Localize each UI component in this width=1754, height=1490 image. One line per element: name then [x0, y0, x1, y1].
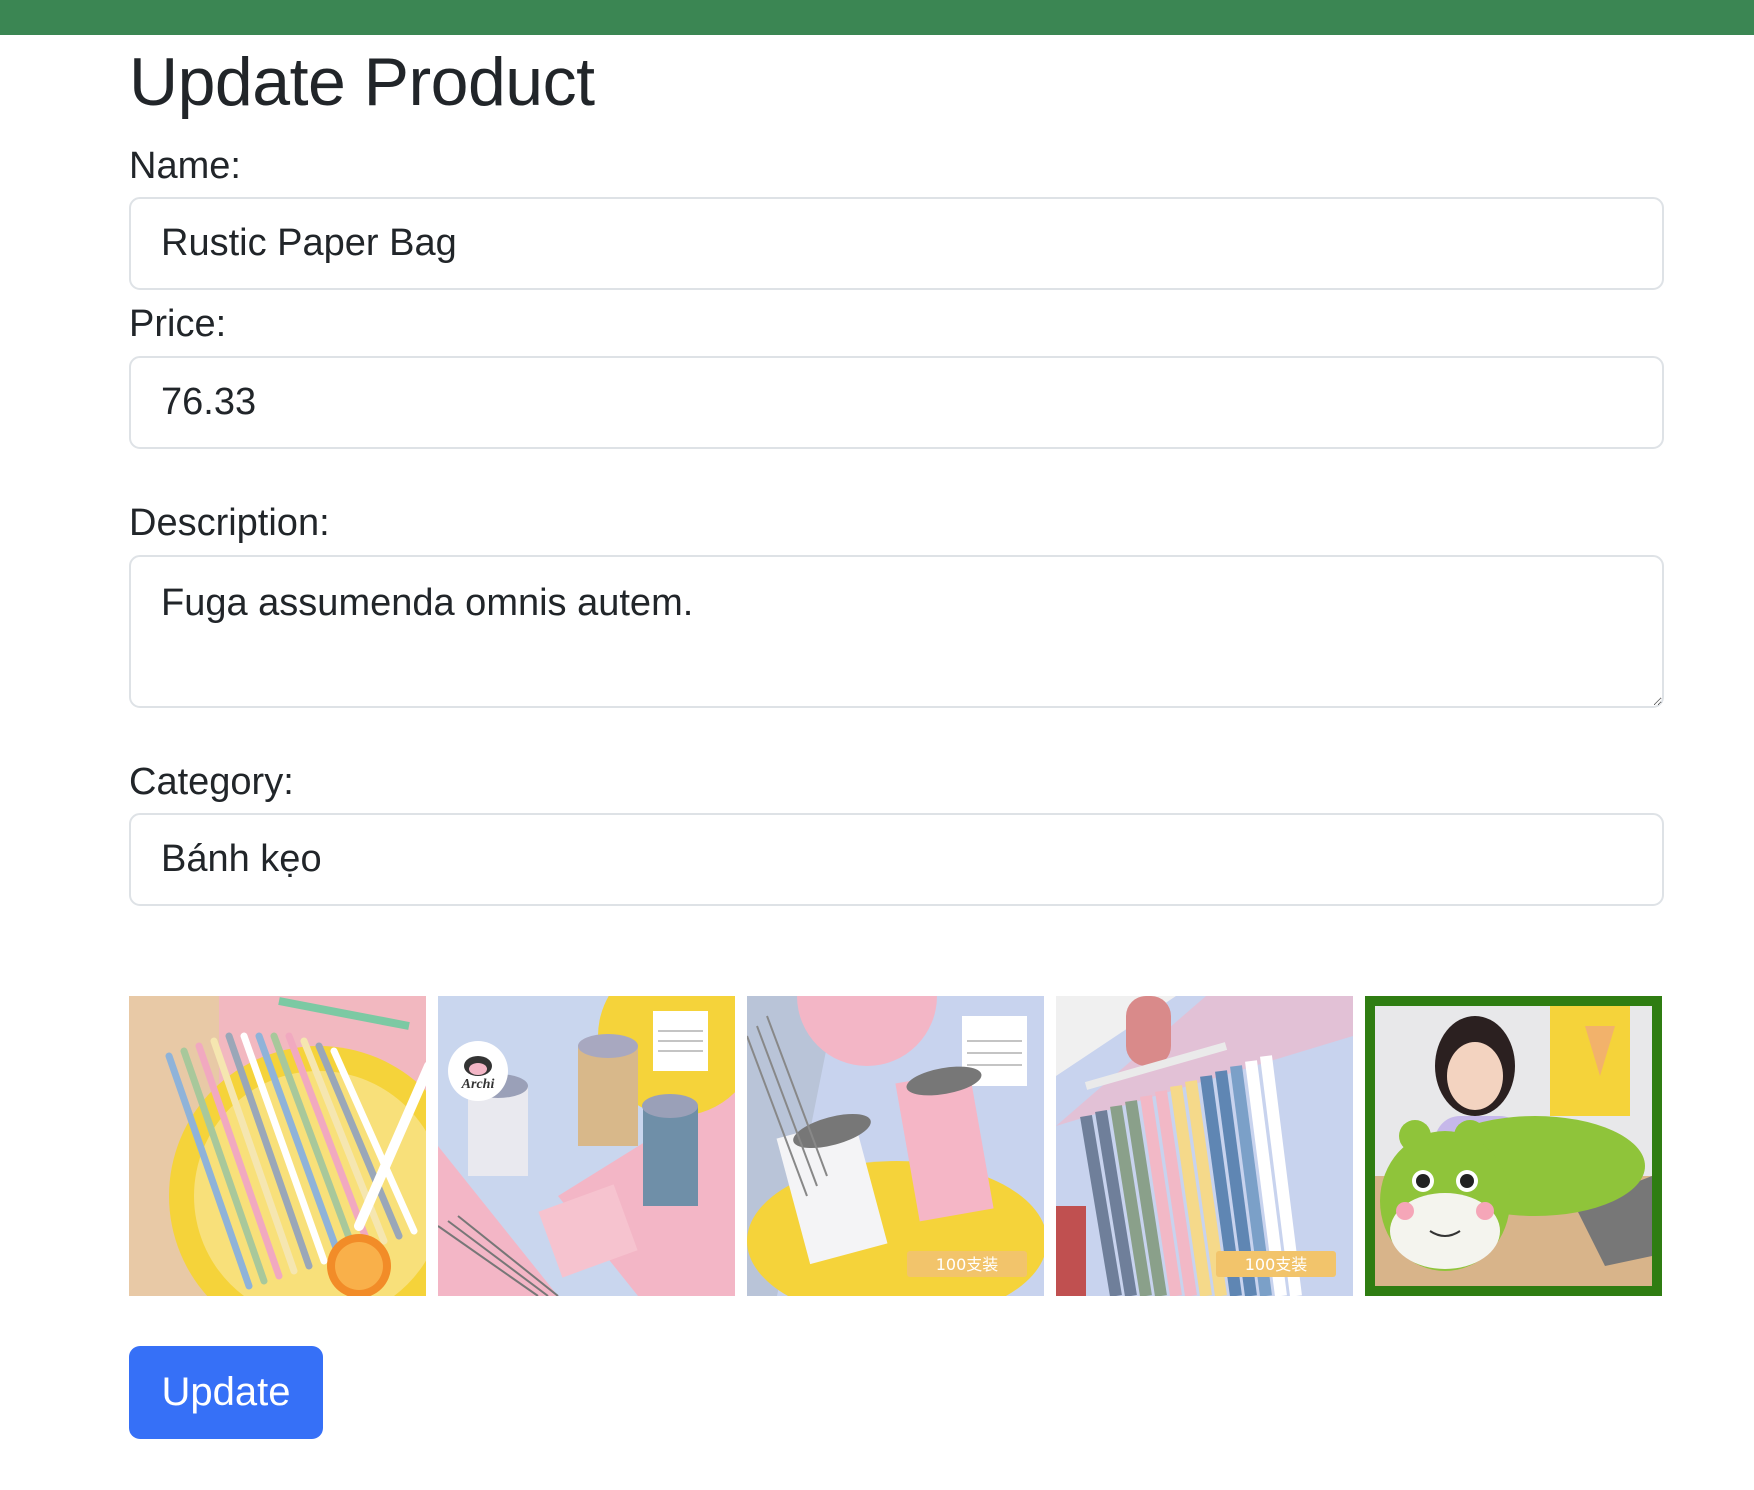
update-button[interactable]: Update	[129, 1346, 323, 1440]
product-image-thumbnail[interactable]: 100支装	[747, 996, 1044, 1297]
description-textarea[interactable]: Fuga assumenda omnis autem.	[129, 554, 1664, 708]
price-label: Price:	[129, 303, 227, 346]
product-image-thumbnail[interactable]	[129, 996, 426, 1297]
page-title: Update Product	[129, 44, 595, 120]
product-image-thumbnail[interactable]: 100支装	[1056, 996, 1353, 1297]
pen-refill-bundles-image: Archi	[438, 996, 735, 1297]
name-input[interactable]	[129, 197, 1664, 291]
update-product-form: Update Product Name: Price: Description:…	[129, 35, 1664, 1440]
price-input[interactable]	[129, 355, 1664, 449]
name-label: Name:	[129, 144, 241, 187]
pen-refills-plate-image	[129, 996, 426, 1297]
frog-plush-pillow-image	[1375, 1006, 1652, 1287]
product-image-thumbnail-selected[interactable]	[1365, 996, 1662, 1297]
colored-refill-rows-image: 100支装	[1056, 996, 1353, 1297]
top-bar	[0, 0, 1754, 35]
archi-logo-text: Archi	[461, 1077, 495, 1092]
description-label: Description:	[129, 501, 330, 544]
quantity-badge-text: 100支装	[1245, 1255, 1308, 1274]
quantity-badge-text: 100支装	[936, 1255, 999, 1274]
category-input[interactable]	[129, 813, 1664, 907]
product-image-gallery: Archi 100支装 100支装	[129, 996, 1664, 1297]
product-image-thumbnail[interactable]: Archi	[438, 996, 735, 1297]
category-label: Category:	[129, 760, 294, 803]
white-pink-refills-image: 100支装	[747, 996, 1044, 1297]
